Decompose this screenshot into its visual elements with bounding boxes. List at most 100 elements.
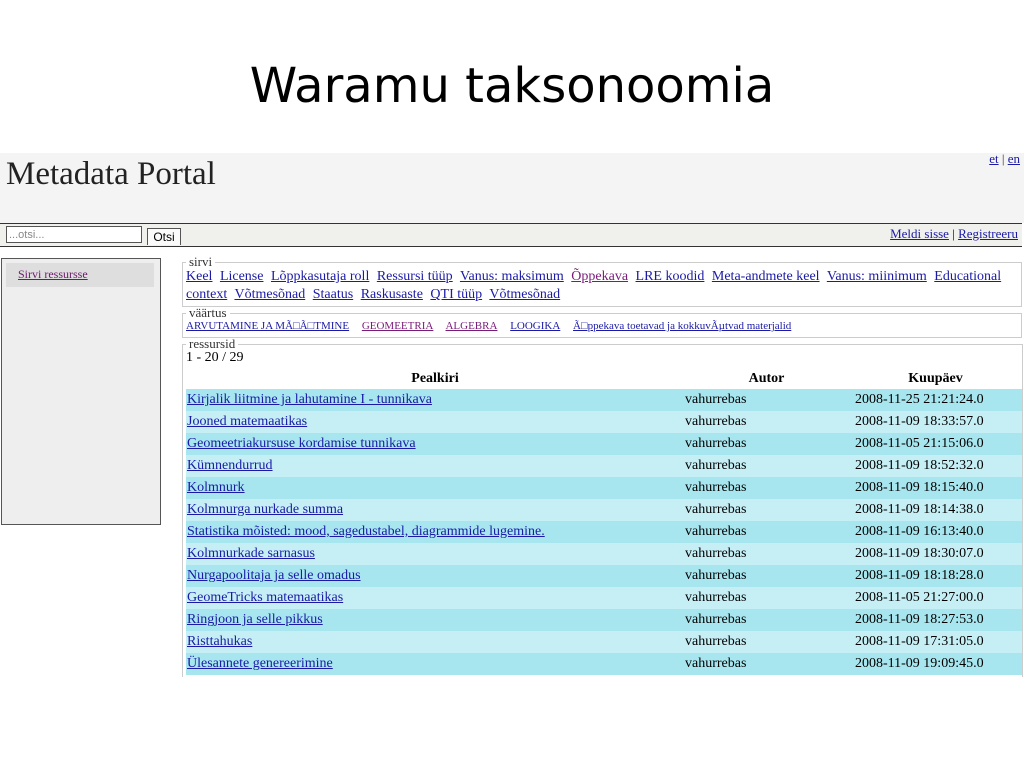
value-link[interactable]: GEOMEETRIA: [362, 320, 434, 332]
table-row: Kolmnurga nurkade summa vahurrebas 2008-11…: [186, 499, 1022, 521]
cell-author: vahurrebas: [684, 609, 849, 631]
table-row: Risttahukas vahurrebas 2008-11-09 17:31:05…: [186, 631, 1022, 653]
slide-title: Waramu taksonoomia: [249, 58, 775, 114]
cell-title: Nurgapoolitaja ja selle omadus: [186, 565, 684, 587]
cell-title: GeomeTricks matemaatikas: [186, 587, 684, 609]
cell-date: 2008-11-05 21:15:06.0: [849, 433, 1022, 455]
result-count: 1 - 20 / 29: [186, 350, 244, 365]
cell-date: 2008-11-09 18:18:28.0: [849, 565, 1022, 587]
resource-title-link[interactable]: Ringjoon ja selle pikkus: [187, 612, 323, 627]
cell-title: Statistika mõisted: mood, sagedustabel, …: [186, 521, 684, 543]
value-link[interactable]: ALGEBRA: [445, 320, 497, 332]
cell-author: vahurrebas: [684, 389, 849, 411]
resource-title-link[interactable]: Risttahukas: [187, 634, 252, 649]
resource-title-link[interactable]: Kümnendurrud: [187, 458, 273, 473]
resource-title-link[interactable]: Jooned matemaatikas: [187, 414, 307, 429]
cell-title: Kolmnurk: [186, 477, 684, 499]
browse-link[interactable]: Vanus: maksimum: [460, 269, 564, 284]
lang-et-link[interactable]: et: [989, 153, 998, 166]
browse-link[interactable]: Keel: [186, 269, 212, 284]
resource-title-link[interactable]: Kolmnurkade sarnasus: [187, 546, 315, 561]
table-row: Kirjalik liitmine ja lahutamine I - tunn…: [186, 389, 1022, 411]
browse-link[interactable]: License: [220, 269, 264, 284]
cell-author: vahurrebas: [684, 587, 849, 609]
search-input[interactable]: [6, 226, 142, 243]
browse-link[interactable]: QTI tüüp: [430, 287, 482, 302]
auth-separator: |: [952, 226, 955, 241]
resource-title-link[interactable]: Geomeetriakursuse kordamise tunnikava: [187, 436, 416, 451]
browse-link[interactable]: LRE koodid: [636, 269, 705, 284]
main-content: sirvi Keel License Lõppkasutaja roll Res…: [182, 254, 1023, 677]
resources-table-body: Kirjalik liitmine ja lahutamine I - tunn…: [186, 389, 1022, 675]
browse-link[interactable]: Raskusaste: [361, 287, 423, 302]
sidebar-item-browse-resources: Sirvi ressursse: [6, 263, 154, 287]
table-row: Jooned matemaatikas vahurrebas 2008-11-09 …: [186, 411, 1022, 433]
table-header-row: Pealkiri Autor Kuupäev: [186, 369, 1022, 389]
cell-title: Risttahukas: [186, 631, 684, 653]
table-row: Nurgapoolitaja ja selle omadus vahurrebas…: [186, 565, 1022, 587]
value-legend: väärtus: [189, 305, 227, 320]
cell-author: vahurrebas: [684, 631, 849, 653]
resource-title-link[interactable]: Kolmnurk: [187, 480, 245, 495]
column-header-date[interactable]: Kuupäev: [849, 369, 1022, 389]
resource-title-link[interactable]: GeomeTricks matemaatikas: [187, 590, 343, 605]
resources-table: Pealkiri Autor Kuupäev Kirjalik liitmine…: [186, 369, 1022, 675]
resources-fieldset: ressursid 1 - 20 / 29 Pealkiri Autor Kuu…: [182, 336, 1023, 677]
cell-title: Kolmnurga nurkade summa: [186, 499, 684, 521]
value-link[interactable]: LOOGIKA: [510, 320, 560, 332]
browse-link[interactable]: Meta-andmete keel: [712, 269, 820, 284]
browse-link[interactable]: Staatus: [313, 287, 353, 302]
browse-link[interactable]: Vanus: miinimum: [827, 269, 927, 284]
register-link[interactable]: Registreeru: [958, 226, 1018, 241]
cell-title: Jooned matemaatikas: [186, 411, 684, 433]
cell-title: Ringjoon ja selle pikkus: [186, 609, 684, 631]
sidebar-item-label[interactable]: Sirvi ressursse: [18, 267, 88, 282]
value-links: ARVUTAMINE JA MÃ□Ã□TMINE GEOMEETRIA ALGE…: [186, 319, 1021, 335]
value-fieldset: väärtus ARVUTAMINE JA MÃ□Ã□TMINE GEOMEET…: [182, 305, 1022, 338]
cell-author: vahurrebas: [684, 477, 849, 499]
table-row: Ringjoon ja selle pikkus vahurrebas 2008-1…: [186, 609, 1022, 631]
resource-title-link[interactable]: Statistika mõisted: mood, sagedustabel, …: [187, 524, 545, 539]
browse-link[interactable]: Võtmesõnad: [489, 287, 560, 302]
value-link[interactable]: Ã□ppekava toetavad ja kokkuvÃµtvad mater…: [573, 320, 791, 332]
browse-legend: sirvi: [189, 254, 213, 269]
cell-author: vahurrebas: [684, 411, 849, 433]
cell-date: 2008-11-09 18:27:53.0: [849, 609, 1022, 631]
browse-link[interactable]: Lõppkasutaja roll: [271, 269, 369, 284]
sidebar: Sirvi ressursse: [1, 258, 161, 525]
lang-en-link[interactable]: en: [1008, 153, 1020, 166]
value-link[interactable]: ARVUTAMINE JA MÃ□Ã□TMINE: [186, 320, 349, 332]
auth-links: Meldi sisse | Registreeru: [890, 226, 1018, 242]
cell-title: Ülesannete genereerimine: [186, 653, 684, 675]
cell-author: vahurrebas: [684, 433, 849, 455]
cell-date: 2008-11-09 18:30:07.0: [849, 543, 1022, 565]
browser-screenshot: Metadata Portal et | en Otsi Meldi sisse…: [0, 153, 1024, 710]
resource-title-link[interactable]: Ülesannete genereerimine: [187, 656, 333, 671]
cell-date: 2008-11-09 18:14:38.0: [849, 499, 1022, 521]
cell-date: 2008-11-09 18:52:32.0: [849, 455, 1022, 477]
resource-title-link[interactable]: Kolmnurga nurkade summa: [187, 502, 343, 517]
column-header-author[interactable]: Autor: [684, 369, 849, 389]
portal-title: Metadata Portal: [6, 156, 216, 192]
cell-date: 2008-11-25 21:21:24.0: [849, 389, 1022, 411]
table-row: Ülesannete genereerimine vahurrebas 2008-1…: [186, 653, 1022, 675]
login-link[interactable]: Meldi sisse: [890, 226, 949, 241]
cell-date: 2008-11-09 17:31:05.0: [849, 631, 1022, 653]
column-header-title[interactable]: Pealkiri: [186, 369, 684, 389]
browse-fieldset: sirvi Keel License Lõppkasutaja roll Res…: [182, 254, 1022, 307]
search-bar: Otsi Meldi sisse | Registreeru: [0, 223, 1022, 247]
search-button[interactable]: Otsi: [147, 228, 181, 245]
browse-link[interactable]: Võtmesõnad: [234, 287, 305, 302]
table-row: Geomeetriakursuse kordamise tunnikava vah…: [186, 433, 1022, 455]
resources-legend: ressursid: [189, 336, 236, 351]
table-row: Kümnendurrud vahurrebas 2008-11-09 18:52:3…: [186, 455, 1022, 477]
cell-author: vahurrebas: [684, 455, 849, 477]
cell-title: Kolmnurkade sarnasus: [186, 543, 684, 565]
browse-link[interactable]: Ressursi tüüp: [377, 269, 453, 284]
resource-title-link[interactable]: Nurgapoolitaja ja selle omadus: [187, 568, 361, 583]
resource-title-link[interactable]: Kirjalik liitmine ja lahutamine I - tunn…: [187, 392, 432, 407]
cell-date: 2008-11-09 18:15:40.0: [849, 477, 1022, 499]
cell-title: Geomeetriakursuse kordamise tunnikava: [186, 433, 684, 455]
browse-link[interactable]: Õppekava: [571, 269, 628, 284]
cell-date: 2008-11-05 21:27:00.0: [849, 587, 1022, 609]
